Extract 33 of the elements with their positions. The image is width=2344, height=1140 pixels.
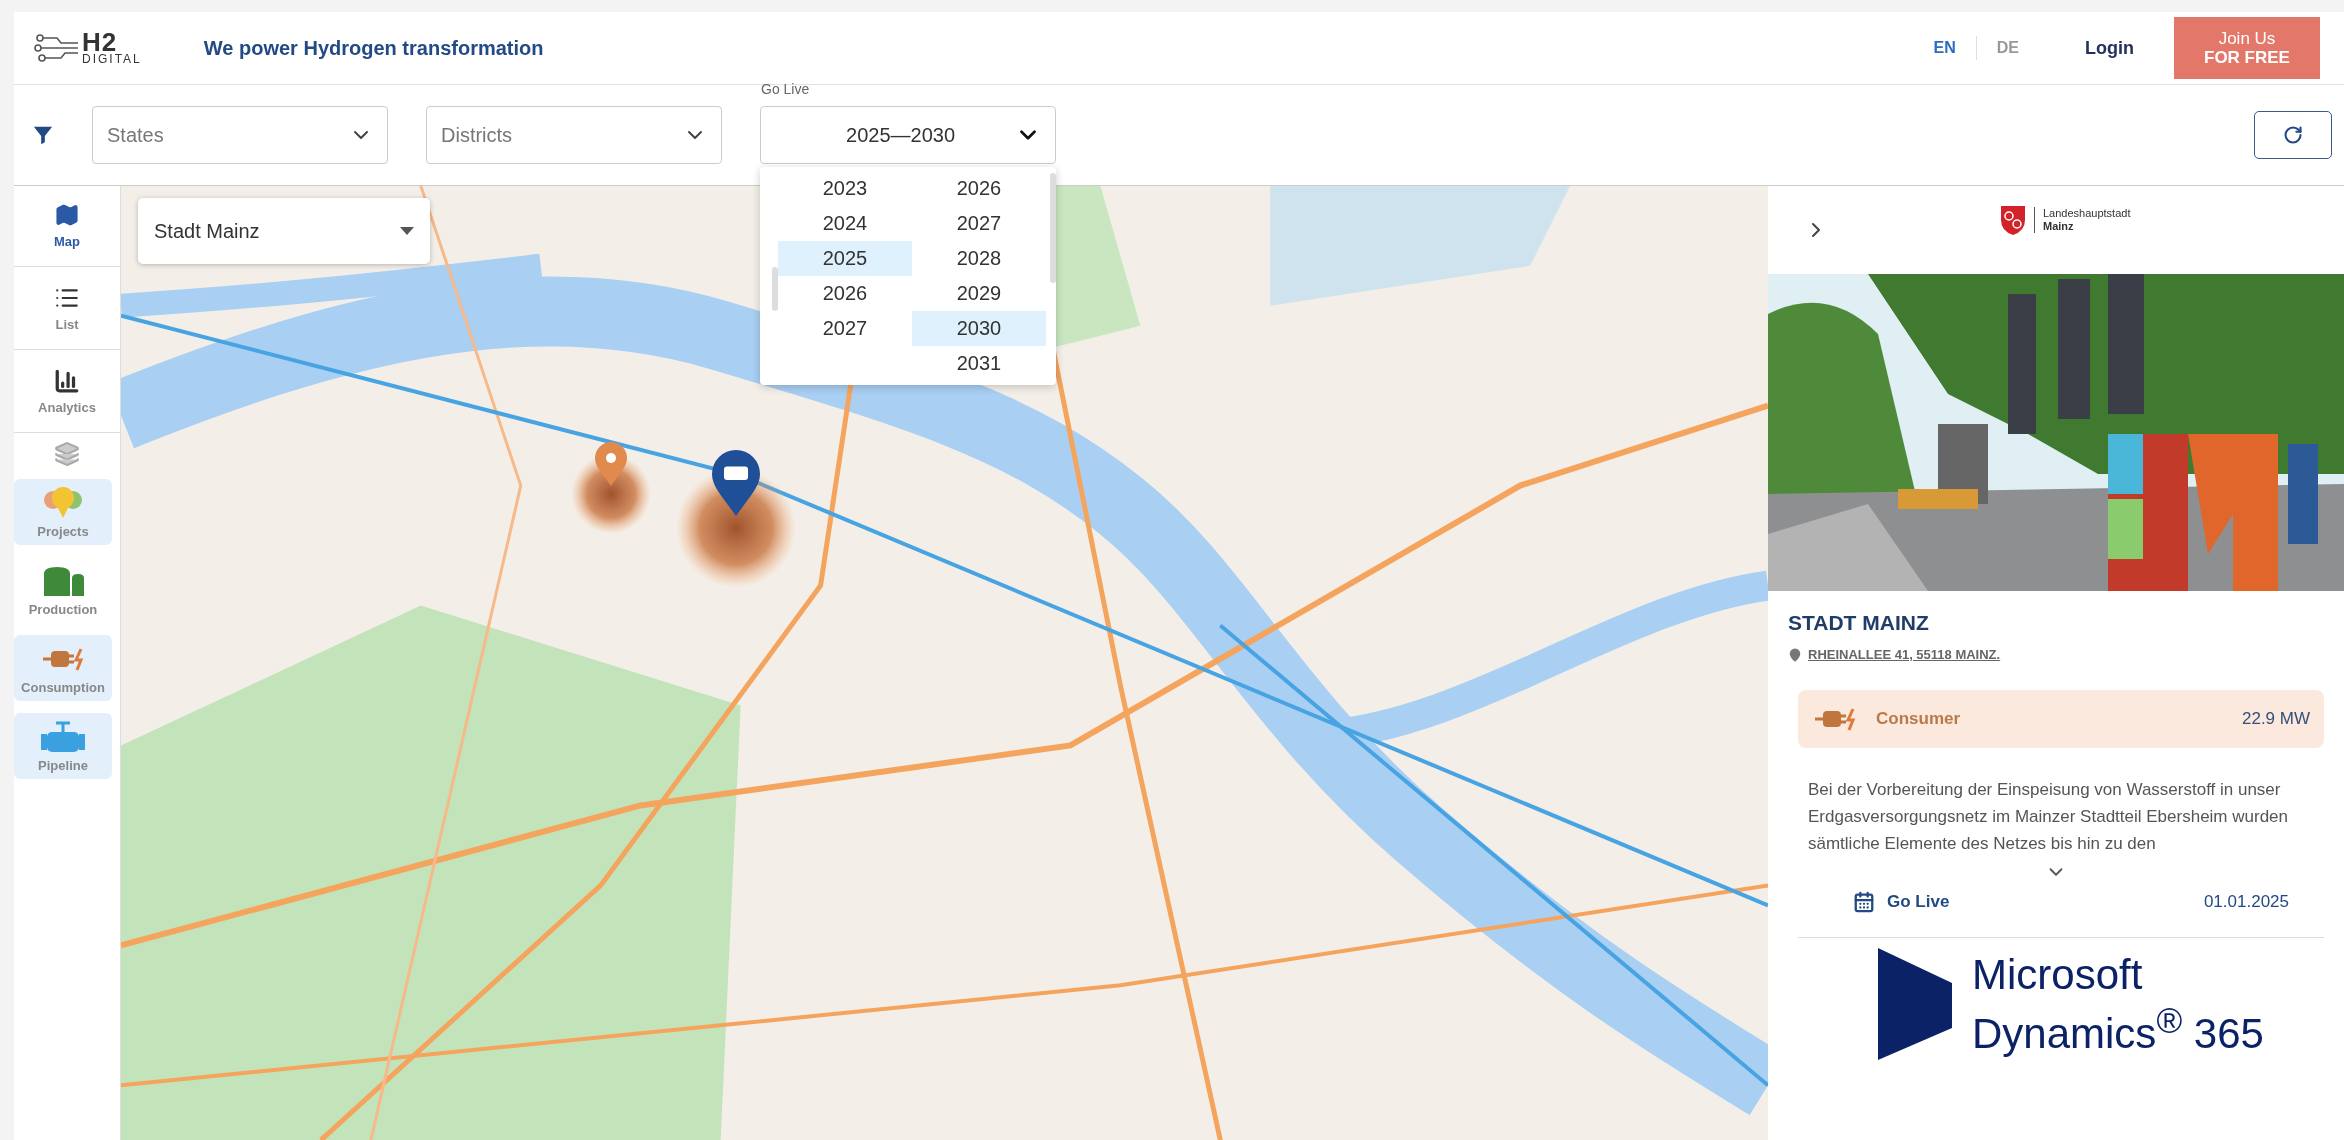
go-live-date: 01.01.2025 [2203,892,2289,912]
refresh-icon [2283,125,2303,145]
refresh-button[interactable] [2254,111,2332,159]
description: Bei der Vorbereitung der Einspeisung von Wasserstoff in unser Erdgasversorgungsnetz im Mainzer Stadtteil Ebersheim wurden sämtliche Elemente des Netzes bis hin zu den [1808,779,2289,855]
go-live-label: Go Live [1887,892,1950,912]
states-select[interactable]: States [92,106,388,164]
logo-mark: H2 [82,31,118,53]
capacity-value: 22.9 MW [2241,709,2310,729]
tagline: We power Hydrogen transformation [203,36,544,60]
location-title: STADT MAINZ [1788,611,1930,635]
city-logo-text: Landeshauptstadt Mainz [2034,207,2131,233]
circuit-icon [34,33,78,63]
view-tab[interactable]: Map [14,186,120,264]
address-link[interactable]: RHEINALLEE 41, 55118 MAINZ. [1808,647,2001,662]
go-live-label: Go Live [761,81,810,97]
filter-icon[interactable] [32,124,54,146]
layers-icon [54,441,80,467]
pipe-valve-icon [40,719,86,754]
calendar-icon [1853,891,1875,913]
coat-of-arms-icon [2000,204,2026,236]
category-label: Consumer [1876,709,1961,729]
partner-logo-text: Microsoft Dynamics$^{®}$ 365 [1972,951,2264,1057]
year-range: 2025—2030 [846,123,955,147]
logo-wordmark: DIGITAL [82,53,142,65]
view-tab[interactable]: List [14,269,120,347]
bar-chart-icon [54,367,80,394]
login-link[interactable]: Login [2085,37,2134,59]
location-pin-icon [1788,647,1802,662]
triangle-logo-icon [1878,948,1952,1060]
language-link[interactable]: EN [1913,39,1976,57]
view-tab[interactable]: Analytics [14,352,120,430]
layer-toggle[interactable]: Production [14,557,112,623]
districts-select[interactable]: Districts [426,106,722,164]
